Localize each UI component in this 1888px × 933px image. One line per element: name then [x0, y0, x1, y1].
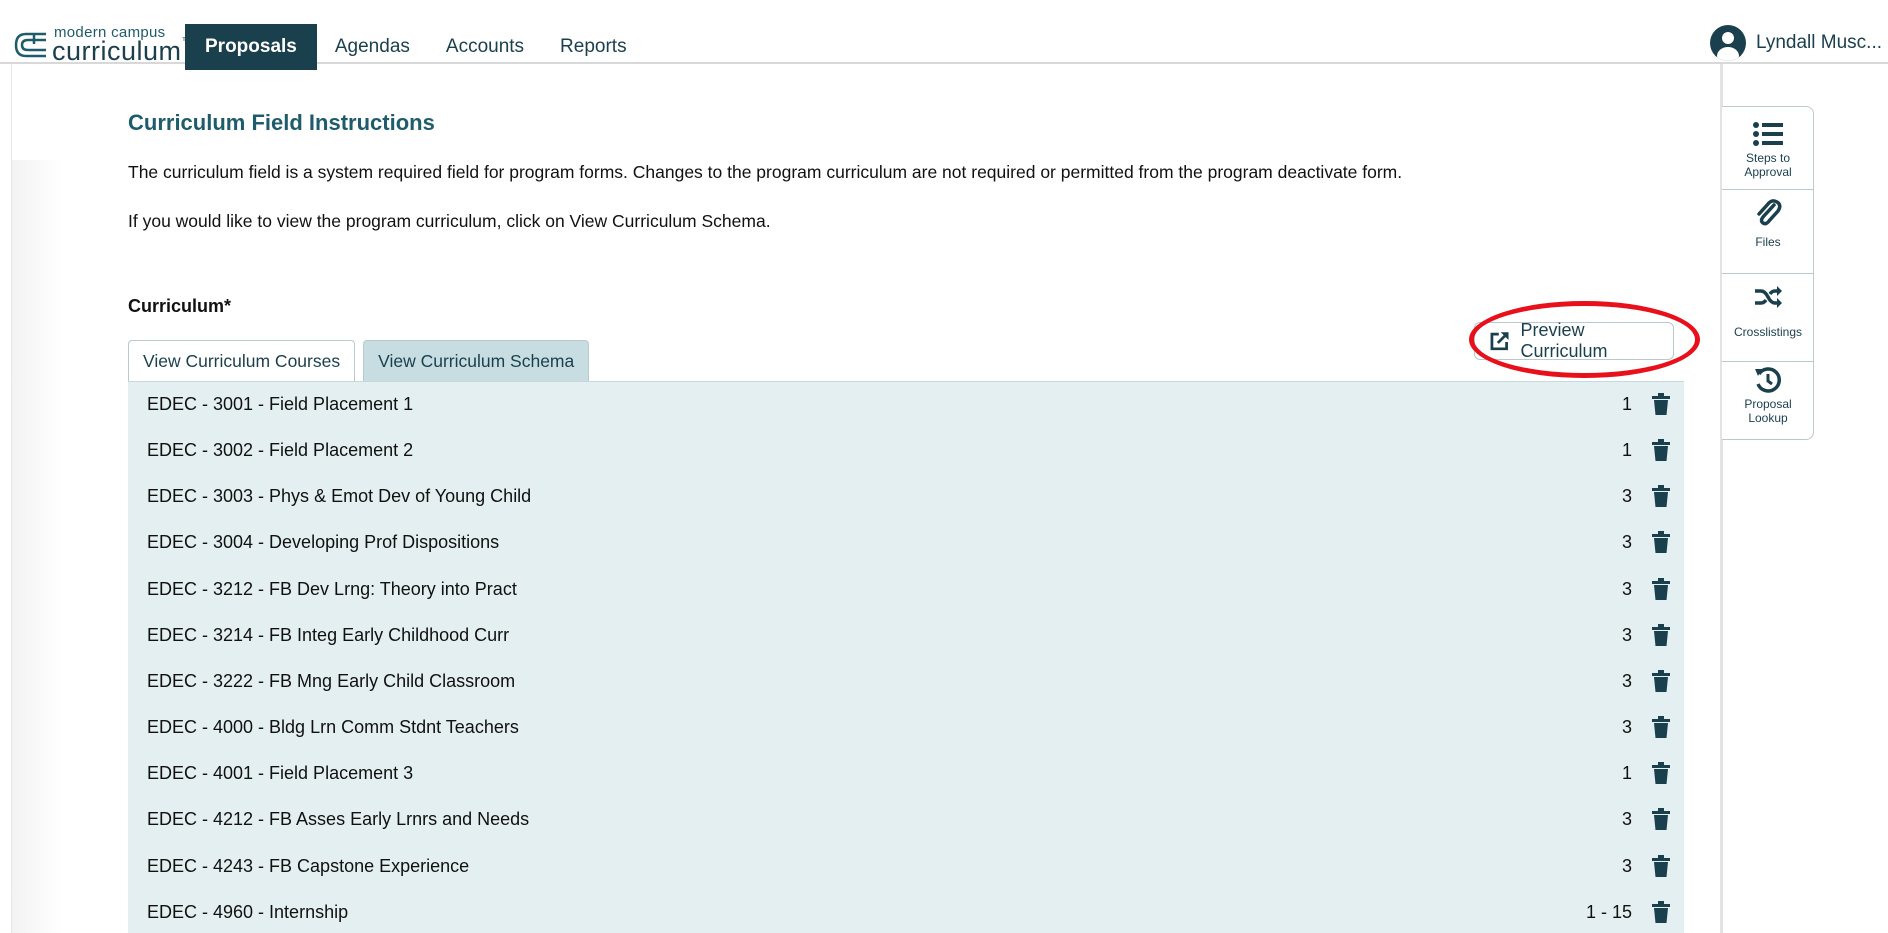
- curriculum-field-label: Curriculum*: [128, 296, 232, 316]
- side-label-lookup-2: Lookup: [1748, 411, 1788, 425]
- side-label-files: Files: [1755, 235, 1781, 249]
- course-name: EDEC - 3001 - Field Placement 1: [147, 394, 414, 414]
- course-name: EDEC - 3212 - FB Dev Lrng: Theory into P…: [147, 578, 517, 599]
- trash-icon[interactable]: [1651, 531, 1671, 554]
- files-button[interactable]: Files: [1722, 199, 1814, 269]
- course-name: EDEC - 4243 - FB Capstone Experience: [147, 855, 470, 876]
- tab-view-curriculum-courses[interactable]: View Curriculum Courses: [128, 340, 356, 381]
- course-credits: 3: [1621, 717, 1632, 738]
- course-credits: 3: [1621, 855, 1632, 876]
- trash-icon[interactable]: [1651, 900, 1671, 923]
- tab-view-curriculum-schema[interactable]: View Curriculum Schema: [363, 340, 590, 381]
- list-icon: [1753, 122, 1783, 146]
- instructions-paragraph: The curriculum field is a system require…: [128, 162, 1403, 182]
- logo-line2: curriculum™: [52, 36, 192, 67]
- nav-reports[interactable]: Reports: [542, 24, 645, 70]
- nav-agendas[interactable]: Agendas: [317, 24, 428, 70]
- course-row: EDEC - 3212 - FB Dev Lrng: Theory into P…: [128, 567, 1684, 613]
- trash-icon[interactable]: [1651, 669, 1671, 692]
- course-row: EDEC - 4001 - Field Placement 3 1: [128, 751, 1684, 797]
- left-frame-shade: [12, 160, 62, 933]
- steps-to-approval-button[interactable]: Steps to Approval: [1722, 117, 1814, 187]
- course-credits: 3: [1621, 532, 1632, 553]
- course-credits: 1: [1621, 763, 1632, 784]
- page-heading: Curriculum Field Instructions: [128, 110, 435, 135]
- course-list: EDEC - 3001 - Field Placement 1 1 EDEC - 3…: [128, 381, 1684, 933]
- course-credits: 3: [1621, 578, 1632, 599]
- shuffle-icon: [1755, 286, 1782, 308]
- course-name: EDEC - 3004 - Developing Prof Dispositio…: [147, 532, 500, 553]
- nav-accounts[interactable]: Accounts: [428, 24, 542, 70]
- course-row: EDEC - 3214 - FB Integ Early Childhood C…: [128, 613, 1684, 659]
- trash-icon[interactable]: [1651, 623, 1671, 646]
- user-avatar-icon[interactable]: [1709, 25, 1746, 61]
- course-name: EDEC - 3003 - Phys & Emot Dev of Young C…: [147, 486, 532, 507]
- course-credits: 3: [1621, 624, 1632, 645]
- course-name: EDEC - 4001 - Field Placement 3: [147, 763, 414, 784]
- course-name: EDEC - 3002 - Field Placement 2: [147, 440, 414, 461]
- course-name: EDEC - 4960 - Internship: [147, 901, 349, 922]
- course-name: EDEC - 4000 - Bldg Lrn Comm Stdnt Teache…: [147, 717, 519, 738]
- side-separator: [1722, 189, 1814, 190]
- course-row: EDEC - 4212 - FB Asses Early Lrnrs and N…: [128, 797, 1684, 843]
- course-credits: 1: [1621, 440, 1632, 461]
- trash-icon[interactable]: [1651, 577, 1671, 600]
- side-action-panel: Steps to Approval Files Crosslistings Pr…: [1722, 106, 1814, 440]
- highlight-annotation: [1469, 301, 1700, 378]
- course-credits: 1 - 15: [1585, 901, 1632, 922]
- side-separator: [1722, 273, 1814, 274]
- course-row: EDEC - 3003 - Phys & Emot Dev of Young C…: [128, 474, 1684, 520]
- course-credits: 3: [1621, 809, 1632, 830]
- course-name: EDEC - 3222 - FB Mng Early Child Classro…: [147, 670, 516, 691]
- proposal-lookup-button[interactable]: Proposal Lookup: [1722, 365, 1814, 435]
- course-credits: 3: [1621, 670, 1632, 691]
- modern-campus-logo[interactable]: modern campus curriculum™: [10, 22, 192, 66]
- course-row: EDEC - 4000 - Bldg Lrn Comm Stdnt Teache…: [128, 705, 1684, 751]
- course-row: EDEC - 3004 - Developing Prof Dispositio…: [128, 520, 1684, 566]
- logo-mark-icon: [14, 32, 46, 58]
- history-icon: [1755, 367, 1781, 393]
- main-nav: Proposals Agendas Accounts Reports: [185, 24, 645, 70]
- instructions-paragraph-2: If you would like to view the program cu…: [128, 211, 771, 231]
- trash-icon[interactable]: [1651, 716, 1671, 739]
- side-label-steps-1: Steps to: [1745, 151, 1791, 165]
- course-credits: 3: [1621, 486, 1632, 507]
- side-label-crosslistings: Crosslistings: [1733, 325, 1802, 339]
- top-navbar: modern campus curriculum™ Proposals Agen…: [0, 0, 1888, 70]
- course-credits: 1: [1621, 394, 1632, 414]
- crosslistings-button[interactable]: Crosslistings: [1722, 285, 1814, 355]
- course-row: EDEC - 4243 - FB Capstone Experience 3: [128, 844, 1684, 890]
- side-separator: [1722, 361, 1814, 362]
- trash-icon[interactable]: [1651, 808, 1671, 831]
- logo-wordmark: curriculum: [52, 36, 182, 66]
- curriculum-tabs: View Curriculum Courses View Curriculum …: [128, 340, 597, 381]
- side-label-steps-2: Approval: [1744, 165, 1792, 179]
- course-row: EDEC - 4960 - Internship 1 - 15: [128, 890, 1684, 933]
- trash-icon[interactable]: [1651, 762, 1671, 785]
- trash-icon[interactable]: [1651, 393, 1671, 415]
- course-name: EDEC - 3214 - FB Integ Early Childhood C…: [147, 624, 510, 645]
- side-label-lookup-1: Proposal: [1744, 397, 1792, 411]
- course-row: EDEC - 3002 - Field Placement 2 1: [128, 428, 1684, 474]
- nav-proposals[interactable]: Proposals: [185, 24, 317, 70]
- course-row: EDEC - 3222 - FB Mng Early Child Classro…: [128, 659, 1684, 705]
- trash-icon[interactable]: [1651, 854, 1671, 877]
- trash-icon[interactable]: [1651, 485, 1671, 508]
- left-frame-edge: [0, 64, 12, 933]
- trash-icon[interactable]: [1651, 439, 1671, 462]
- course-name: EDEC - 4212 - FB Asses Early Lrnrs and N…: [147, 809, 530, 830]
- user-name[interactable]: Lyndall Musc...: [1756, 32, 1882, 54]
- course-row: EDEC - 3001 - Field Placement 1 1: [128, 382, 1684, 428]
- paperclip-icon: [1757, 199, 1782, 226]
- user-menu[interactable]: Lyndall Musc...: [1709, 25, 1882, 61]
